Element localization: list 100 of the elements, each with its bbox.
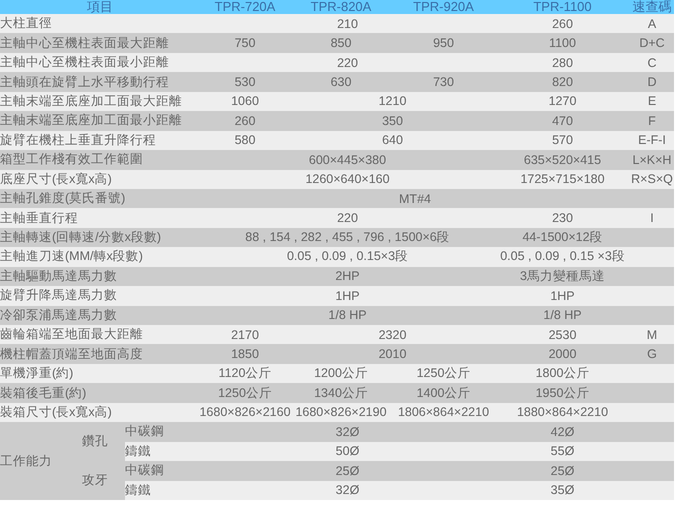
- table-cell: 640: [290, 130, 495, 150]
- table-cell: 1/8 HP: [200, 306, 495, 325]
- table-cell: 750: [200, 33, 290, 53]
- table-cell: 2HP: [200, 266, 495, 286]
- table-cell: 630: [290, 72, 392, 92]
- table-cell: 580: [200, 130, 290, 150]
- row-label: 單機淨重(約): [0, 364, 200, 384]
- table-cell: 1850: [200, 344, 290, 364]
- column-header: TPR-820A: [290, 0, 392, 14]
- table-cell: 25Ø: [200, 461, 495, 480]
- table-cell: 530: [200, 72, 290, 92]
- table-cell: 32Ø: [200, 422, 495, 442]
- table-cell: 0.05 , 0.09 , 0.15 ×3段: [495, 247, 630, 267]
- table-cell: 260: [200, 111, 290, 131]
- table-cell: 1270: [495, 92, 630, 112]
- code-cell: C: [630, 52, 674, 72]
- row-label: 裝箱後毛重(約): [0, 383, 200, 403]
- row-label: 裝箱尺寸(長x寬x高): [0, 402, 200, 422]
- column-header: 速查碼: [630, 0, 674, 14]
- code-cell: F: [630, 111, 674, 131]
- row-label: 齒輪箱端至地面最大距離: [0, 325, 200, 344]
- table-cell: 55Ø: [495, 442, 630, 462]
- code-cell: D: [630, 72, 674, 92]
- code-cell: L×K×H: [630, 150, 674, 170]
- table-cell: 470: [495, 111, 630, 131]
- table-cell: 1210: [290, 92, 495, 112]
- table-cell: 1340公斤: [290, 383, 392, 403]
- table-cell: 210: [200, 14, 495, 34]
- table-cell: 260: [495, 14, 630, 34]
- table-cell: 1HP: [495, 286, 630, 306]
- table-cell: 35Ø: [495, 480, 630, 500]
- table-cell: 220: [200, 208, 495, 228]
- row-label: 主軸末端至底座加工面最小距離: [0, 111, 200, 131]
- table-cell: 88 , 154 , 282 , 455 , 796 , 1500×6段: [200, 228, 495, 248]
- table-cell: 280: [495, 52, 630, 72]
- row-label: 箱型工作棧有效工作範圍: [0, 150, 200, 170]
- code-cell: R×S×Q: [630, 170, 674, 189]
- row-label: 主軸驅動馬達馬力數: [0, 266, 200, 286]
- table-cell: 1260×640×160: [200, 170, 495, 189]
- row-label: 中碳鋼: [125, 422, 200, 442]
- table-cell: 1200公斤: [290, 364, 392, 384]
- row-label: 主軸孔錐度(莫氏番號): [0, 188, 200, 208]
- table-cell: 25Ø: [495, 461, 630, 480]
- row-label: 大柱直徑: [0, 14, 200, 34]
- row-label: 冷卻泵浦馬達馬力數: [0, 306, 200, 325]
- table-cell: 220: [200, 52, 495, 72]
- row-label: 旋臂在機柱上垂直升降行程: [0, 130, 200, 150]
- table-cell: 1680×826×2190: [290, 402, 392, 422]
- table-cell: 1880×864×2210: [495, 402, 630, 422]
- table-cell: 44-1500×12段: [495, 228, 630, 248]
- row-label: 中碳鋼: [125, 461, 200, 480]
- code-cell: A: [630, 14, 674, 34]
- table-cell: 850: [290, 33, 392, 53]
- row-label: 鑄鐵: [125, 480, 200, 500]
- table-cell: MT#4: [200, 188, 630, 208]
- table-cell: 820: [495, 72, 630, 92]
- code-cell: M: [630, 325, 674, 344]
- table-cell: 2010: [290, 344, 495, 364]
- table-cell: 2530: [495, 325, 630, 344]
- table-cell: 1100: [495, 33, 630, 53]
- column-header: TPR-1100: [495, 0, 630, 14]
- column-header: TPR-720A: [200, 0, 290, 14]
- table-cell: 1950公斤: [495, 383, 630, 403]
- column-header: 項目: [0, 0, 200, 14]
- column-header: TPR-920A: [392, 0, 495, 14]
- table-cell: 0.05 , 0.09 , 0.15×3段: [200, 247, 495, 267]
- table-cell: 32Ø: [200, 480, 495, 500]
- table-cell: 350: [290, 111, 495, 131]
- table-cell: 2320: [290, 325, 495, 344]
- table-cell: 1400公斤: [392, 383, 495, 403]
- row-label: 機柱帽蓋頂端至地面高度: [0, 344, 200, 364]
- table-cell: 570: [495, 130, 630, 150]
- table-cell: 730: [392, 72, 495, 92]
- table-cell: 42Ø: [495, 422, 630, 442]
- table-cell: 600×445×380: [200, 150, 495, 170]
- code-cell: G: [630, 344, 674, 364]
- code-cell: E-F-I: [630, 130, 674, 150]
- table-cell: 50Ø: [200, 442, 495, 462]
- table-cell: 1806×864×2210: [392, 402, 495, 422]
- table-cell: 635×520×415: [495, 150, 630, 170]
- row-label: 主軸中心至機柱表面最大距離: [0, 33, 200, 53]
- table-cell: 1250公斤: [392, 364, 495, 384]
- table-cell: 2170: [200, 325, 290, 344]
- table-cell: 1HP: [200, 286, 495, 306]
- row-label: 主軸轉速(回轉速/分數x段數): [0, 228, 200, 248]
- table-cell: 1250公斤: [200, 383, 290, 403]
- table-cell: 950: [392, 33, 495, 53]
- code-cell: I: [630, 208, 674, 228]
- row-label: 旋臂升降馬達馬力數: [0, 286, 200, 306]
- row-label: 主軸中心至機柱表面最小距離: [0, 52, 200, 72]
- row-label: 主軸末端至底座加工面最大距離: [0, 92, 200, 112]
- table-cell: 3馬力變種馬達: [495, 266, 630, 286]
- code-cell: E: [630, 92, 674, 112]
- row-label: 鑽孔: [82, 422, 125, 462]
- row-label: 工作能力: [0, 422, 82, 500]
- table-cell: 1/8 HP: [495, 306, 630, 325]
- row-label: 主軸進刀速(MM/轉x段數): [0, 247, 200, 267]
- row-label: 主軸垂直行程: [0, 208, 200, 228]
- row-label: 底座尺寸(長x寬x高): [0, 170, 200, 189]
- table-cell: 1725×715×180: [495, 170, 630, 189]
